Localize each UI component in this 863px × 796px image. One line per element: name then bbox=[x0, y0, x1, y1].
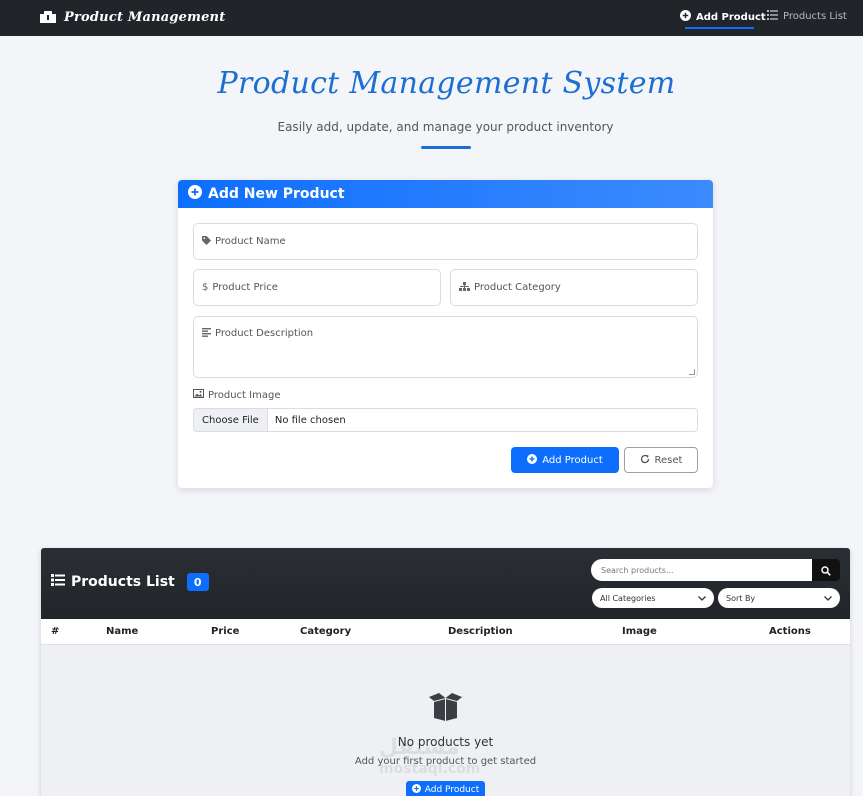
active-underline bbox=[685, 27, 754, 29]
column-header-name: Name bbox=[106, 626, 139, 637]
sort-by-value: Sort By bbox=[726, 593, 756, 603]
brand[interactable]: Product Management bbox=[40, 8, 225, 27]
chevron-down-icon bbox=[698, 594, 706, 603]
search-icon bbox=[821, 561, 831, 580]
category-filter-select[interactable]: All Categories bbox=[592, 588, 714, 608]
card-title: Add New Product bbox=[208, 186, 345, 202]
empty-state-subtitle: Add your first product to get started bbox=[354, 756, 537, 767]
product-count-badge: 0 bbox=[186, 573, 209, 591]
column-header-image: Image bbox=[622, 626, 657, 637]
nav-products-list[interactable]: Products List bbox=[767, 10, 847, 23]
product-image-text: Product Image bbox=[208, 389, 281, 401]
file-status: No file chosen bbox=[274, 414, 346, 426]
products-list-title: Products List 0 bbox=[51, 573, 209, 591]
empty-add-product-button[interactable]: Add Product bbox=[406, 781, 485, 796]
title-divider bbox=[421, 146, 471, 149]
page-subtitle: Easily add, update, and manage your prod… bbox=[277, 120, 614, 134]
redo-icon bbox=[640, 454, 650, 467]
category-filter-value: All Categories bbox=[600, 593, 656, 603]
boxes-icon bbox=[40, 8, 56, 27]
products-list-header: Products List 0 Search products... All C… bbox=[41, 548, 850, 619]
reset-label: Reset bbox=[654, 454, 683, 466]
search-input[interactable]: Search products... bbox=[591, 559, 813, 581]
product-price-input[interactable]: $ Product Price bbox=[193, 269, 441, 306]
align-left-icon bbox=[202, 328, 211, 340]
empty-state-title: No products yet bbox=[397, 735, 494, 749]
card-header: Add New Product bbox=[178, 180, 713, 208]
nav-list-label: Products List bbox=[783, 11, 847, 22]
choose-file-button[interactable]: Choose File bbox=[194, 409, 268, 431]
image-icon bbox=[193, 389, 204, 401]
navbar: Product Management Add Product Products … bbox=[0, 0, 863, 36]
column-header-index: # bbox=[51, 626, 60, 637]
box-open-icon bbox=[427, 693, 464, 725]
column-header-price: Price bbox=[211, 626, 240, 637]
product-image-label: Product Image bbox=[193, 389, 280, 401]
add-product-button[interactable]: Add Product bbox=[511, 447, 619, 473]
products-list-text: Products List bbox=[71, 574, 175, 590]
add-product-label: Add Product bbox=[542, 454, 603, 466]
product-category-placeholder: Product Category bbox=[474, 282, 561, 293]
search-button[interactable] bbox=[812, 559, 840, 581]
dollar-icon: $ bbox=[202, 282, 209, 293]
plus-circle-icon bbox=[411, 783, 421, 796]
page-title: Product Management System bbox=[217, 66, 676, 101]
sitemap-icon bbox=[459, 281, 470, 294]
column-header-category: Category bbox=[300, 626, 352, 637]
reset-button[interactable]: Reset bbox=[624, 447, 698, 473]
chevron-down-icon bbox=[824, 594, 832, 603]
list-icon bbox=[767, 10, 778, 23]
search-placeholder: Search products... bbox=[601, 565, 674, 575]
product-image-file-input[interactable]: Choose File No file chosen bbox=[193, 408, 698, 432]
column-header-description: Description bbox=[448, 626, 513, 637]
plus-circle-icon bbox=[680, 10, 691, 24]
empty-add-product-label: Add Product bbox=[424, 784, 480, 795]
products-list-card: Products List 0 Search products... All C… bbox=[41, 548, 850, 796]
table-header: # Name Price Category Description Image … bbox=[41, 619, 850, 645]
brand-text: Product Management bbox=[64, 10, 226, 25]
column-header-actions: Actions bbox=[769, 626, 811, 637]
product-description-textarea[interactable]: Product Description bbox=[193, 316, 698, 378]
nav-add-label: Add Product bbox=[696, 11, 766, 23]
product-description-placeholder: Product Description bbox=[215, 328, 314, 339]
tag-icon bbox=[202, 235, 211, 248]
nav-add-product[interactable]: Add Product bbox=[680, 10, 766, 24]
sort-by-select[interactable]: Sort By bbox=[718, 588, 840, 608]
product-category-input[interactable]: Product Category bbox=[450, 269, 698, 306]
plus-circle-icon bbox=[527, 453, 538, 467]
product-name-input[interactable]: Product Name bbox=[193, 223, 698, 260]
plus-circle-icon bbox=[188, 185, 202, 203]
resize-handle[interactable] bbox=[689, 369, 695, 375]
product-name-placeholder: Product Name bbox=[215, 236, 286, 247]
add-product-card: Add New Product Product Name $ Product P… bbox=[178, 180, 713, 488]
list-icon bbox=[51, 574, 65, 590]
product-price-placeholder: Product Price bbox=[212, 282, 278, 293]
